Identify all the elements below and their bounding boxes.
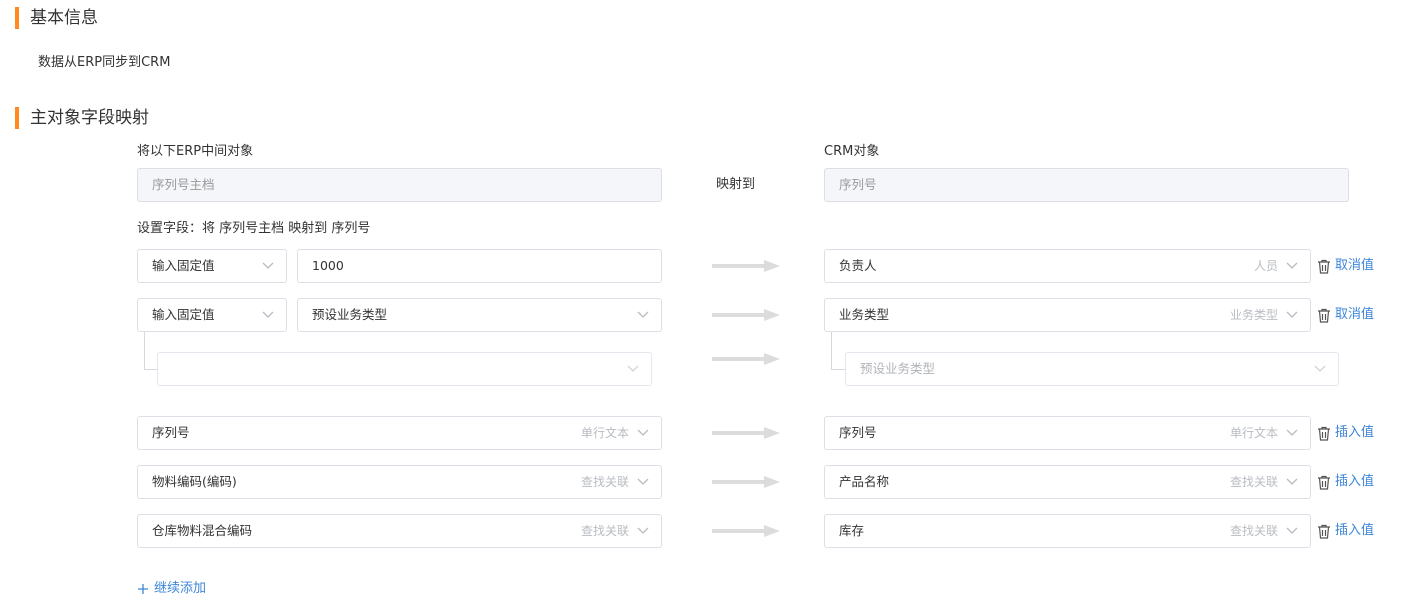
tree-connector — [144, 369, 157, 370]
source-type-select[interactable]: 输入固定值 — [137, 298, 287, 332]
arrow-right-icon — [712, 260, 780, 272]
target-field-value: 序列号 — [839, 425, 877, 440]
erp-object-field: 序列号主档 — [137, 168, 662, 202]
sync-direction-text: 数据从ERP同步到CRM — [38, 55, 171, 70]
insert-value-label: 插入值 — [1335, 474, 1375, 489]
chevron-down-icon — [1286, 527, 1298, 534]
insert-value-label: 插入值 — [1335, 523, 1375, 538]
fixed-value-select[interactable]: 预设业务类型 — [297, 298, 662, 332]
target-field-select[interactable]: 负责人 人员 — [824, 249, 1311, 283]
tree-connector — [831, 369, 845, 370]
arrow-right-icon — [712, 476, 780, 488]
section-title-field-mapping: 主对象字段映射 — [30, 108, 149, 128]
chevron-down-icon — [1286, 311, 1298, 318]
chevron-down-icon — [262, 262, 274, 269]
crm-object-label: CRM对象 — [824, 144, 880, 159]
fixed-value: 预设业务类型 — [312, 307, 388, 322]
arrow-right-icon — [712, 309, 780, 321]
sub-target-value: 预设业务类型 — [860, 361, 936, 376]
chevron-down-icon — [637, 478, 649, 485]
target-field-type: 人员 — [1253, 259, 1278, 273]
target-field-value: 负责人 — [839, 258, 877, 273]
target-field-value: 产品名称 — [839, 474, 890, 489]
fixed-value-input[interactable]: 1000 — [297, 249, 662, 283]
arrow-right-icon — [712, 353, 780, 365]
tree-connector — [831, 332, 832, 369]
trash-icon — [1318, 524, 1330, 539]
tree-connector — [144, 332, 145, 369]
chevron-down-icon — [637, 311, 649, 318]
erp-object-value: 序列号主档 — [152, 177, 215, 192]
chevron-down-icon — [627, 365, 639, 372]
source-field-type: 单行文本 — [580, 426, 629, 440]
arrow-right-icon — [712, 525, 780, 537]
source-type-value: 输入固定值 — [152, 307, 215, 322]
sub-source-select[interactable] — [157, 352, 652, 386]
fixed-value: 1000 — [312, 258, 344, 273]
chevron-down-icon — [637, 527, 649, 534]
source-field-select[interactable]: 序列号 单行文本 — [137, 416, 662, 450]
erp-object-label: 将以下ERP中间对象 — [137, 144, 254, 159]
source-field-value: 物料编码(编码) — [152, 474, 237, 489]
target-field-select[interactable]: 业务类型 业务类型 — [824, 298, 1311, 332]
target-field-type: 业务类型 — [1229, 308, 1278, 322]
section-accent-bar — [15, 7, 19, 29]
target-field-type: 单行文本 — [1229, 426, 1278, 440]
source-field-value: 序列号 — [152, 425, 190, 440]
section-accent-bar — [15, 107, 19, 129]
trash-icon — [1318, 475, 1330, 490]
target-field-value: 业务类型 — [839, 307, 890, 322]
crm-object-value: 序列号 — [839, 177, 877, 192]
cancel-value-label: 取消值 — [1335, 307, 1375, 322]
insert-value-label: 插入值 — [1335, 425, 1375, 440]
plus-icon — [138, 584, 148, 594]
chevron-down-icon — [637, 429, 649, 436]
continue-add-label: 继续添加 — [154, 581, 207, 596]
arrow-right-icon — [712, 427, 780, 439]
source-field-select[interactable]: 仓库物料混合编码 查找关联 — [137, 514, 662, 548]
source-field-type: 查找关联 — [580, 524, 629, 538]
maps-to-label: 映射到 — [716, 177, 756, 192]
chevron-down-icon — [1286, 478, 1298, 485]
source-type-select[interactable]: 输入固定值 — [137, 249, 287, 283]
crm-object-field: 序列号 — [824, 168, 1349, 202]
target-field-type: 查找关联 — [1229, 475, 1278, 489]
source-type-value: 输入固定值 — [152, 258, 215, 273]
target-field-type: 查找关联 — [1229, 524, 1278, 538]
target-field-value: 库存 — [839, 523, 865, 538]
source-field-value: 仓库物料混合编码 — [152, 523, 253, 538]
set-fields-text: 设置字段：将 序列号主档 映射到 序列号 — [137, 221, 371, 236]
source-field-select[interactable]: 物料编码(编码) 查找关联 — [137, 465, 662, 499]
section-title-basic-info: 基本信息 — [30, 8, 98, 28]
target-field-select[interactable]: 序列号 单行文本 — [824, 416, 1311, 450]
chevron-down-icon — [1286, 262, 1298, 269]
trash-icon — [1318, 259, 1330, 274]
source-field-type: 查找关联 — [580, 475, 629, 489]
chevron-down-icon — [262, 311, 274, 318]
chevron-down-icon — [1286, 429, 1298, 436]
sub-target-select[interactable]: 预设业务类型 — [845, 352, 1339, 386]
trash-icon — [1318, 308, 1330, 323]
trash-icon — [1318, 426, 1330, 441]
chevron-down-icon — [1314, 365, 1326, 372]
cancel-value-label: 取消值 — [1335, 258, 1375, 273]
target-field-select[interactable]: 产品名称 查找关联 — [824, 465, 1311, 499]
target-field-select[interactable]: 库存 查找关联 — [824, 514, 1311, 548]
